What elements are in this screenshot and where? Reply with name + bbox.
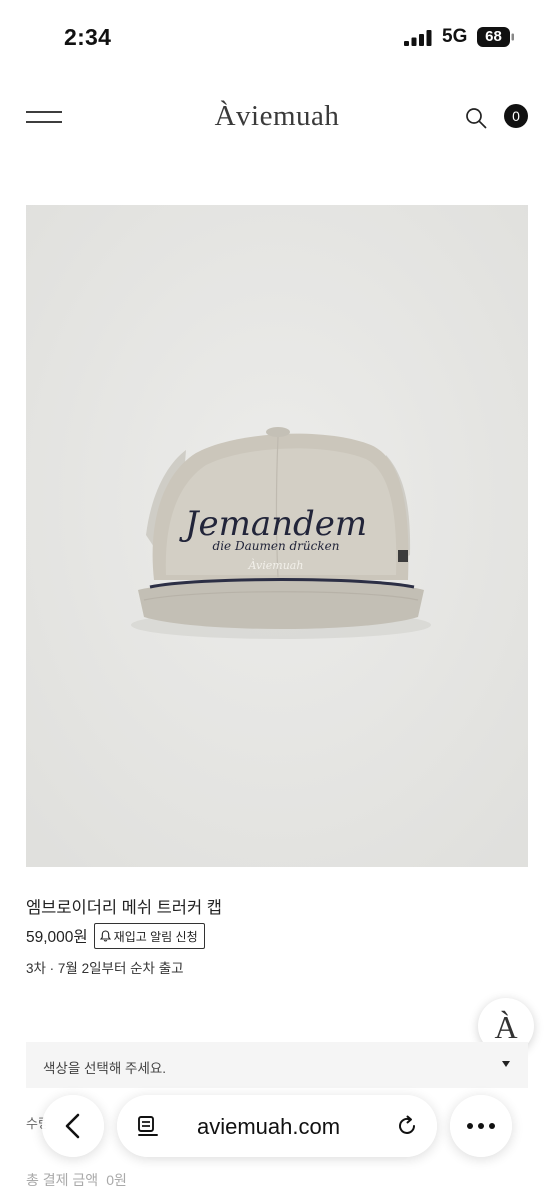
product-title: 엠브로이더리 메쉬 트러커 캡 <box>26 899 222 917</box>
browser-more-button[interactable] <box>450 1095 512 1157</box>
restock-alert-button[interactable]: 재입고 알림 신청 <box>93 923 205 949</box>
site-header: Àviemuah 0 <box>0 86 554 148</box>
battery-level: 68 <box>485 28 502 45</box>
cap-embroidery-sub: die Daumen drücken <box>213 539 340 553</box>
browser-url[interactable]: aviemuah.com <box>197 1114 340 1140</box>
color-select[interactable]: 색상을 선택해 주세요. <box>26 1042 528 1088</box>
status-time: 2:34 <box>64 24 112 50</box>
total-value: 0원 <box>106 1172 127 1188</box>
total-amount: 총 결제 금액 0원 <box>26 1170 127 1190</box>
product-image[interactable]: Jemandem die Daumen drücken Àviemuah <box>26 205 528 867</box>
status-bar: 2:34 5G 68 <box>0 0 554 76</box>
product-price: 59,000원 <box>26 929 88 946</box>
browser-address-bar[interactable]: aviemuah.com <box>117 1095 437 1157</box>
chevron-left-icon <box>65 1113 80 1139</box>
search-icon[interactable] <box>464 106 488 130</box>
signal-icon <box>404 30 432 46</box>
cap-embroidery-main: Jemandem <box>179 504 367 544</box>
color-select-placeholder: 색상을 선택해 주세요. <box>43 1061 167 1076</box>
dropdown-arrow-icon <box>502 1061 510 1067</box>
total-label: 총 결제 금액 <box>26 1172 99 1188</box>
more-dots-icon <box>467 1123 495 1129</box>
cap-photo: Jemandem die Daumen drücken Àviemuah <box>26 205 528 867</box>
reload-icon[interactable] <box>395 1114 419 1138</box>
network-label: 5G <box>442 26 468 47</box>
shipping-note: 3차 · 7월 2일부터 순차 출고 <box>26 961 184 976</box>
restock-alert-label: 재입고 알림 신청 <box>113 929 198 944</box>
cart-button[interactable]: 0 <box>504 104 528 128</box>
bell-icon <box>99 930 111 942</box>
price-row: 59,000원 재입고 알림 신청 <box>26 922 205 950</box>
reader-mode-icon[interactable] <box>137 1115 159 1139</box>
cap-embroidery-brand: Àviemuah <box>248 558 304 572</box>
browser-back-button[interactable] <box>42 1095 104 1157</box>
